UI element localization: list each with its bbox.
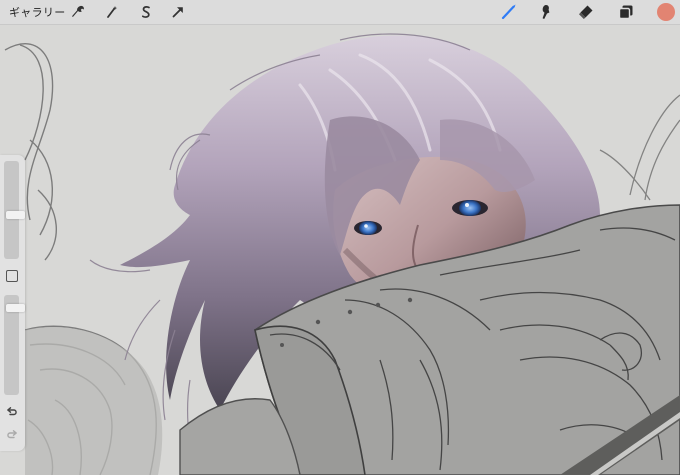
wrench-icon[interactable] <box>70 4 86 20</box>
brush-opacity-slider[interactable] <box>4 295 25 395</box>
redo-icon[interactable] <box>5 427 19 441</box>
eraser-icon[interactable] <box>577 3 595 21</box>
modify-button[interactable] <box>6 270 18 282</box>
transform-arrow-icon[interactable] <box>170 4 186 20</box>
drawing-canvas[interactable] <box>0 0 680 475</box>
brush-size-slider[interactable] <box>4 161 25 259</box>
smudge-icon[interactable] <box>537 3 555 21</box>
gallery-button[interactable]: ギャラリー <box>9 4 66 20</box>
undo-icon[interactable] <box>5 404 19 418</box>
left-sidebar <box>0 155 25 451</box>
brush-opacity-thumb[interactable] <box>6 304 25 312</box>
selection-icon[interactable] <box>138 4 154 20</box>
top-toolbar: ギャラリー <box>0 0 680 25</box>
brush-icon[interactable] <box>500 3 518 21</box>
layers-icon[interactable] <box>617 3 635 21</box>
procreate-app: ギャラリー <box>0 0 680 475</box>
color-swatch[interactable] <box>657 3 675 21</box>
magic-wand-icon[interactable] <box>104 4 120 20</box>
brush-size-thumb[interactable] <box>6 211 25 219</box>
